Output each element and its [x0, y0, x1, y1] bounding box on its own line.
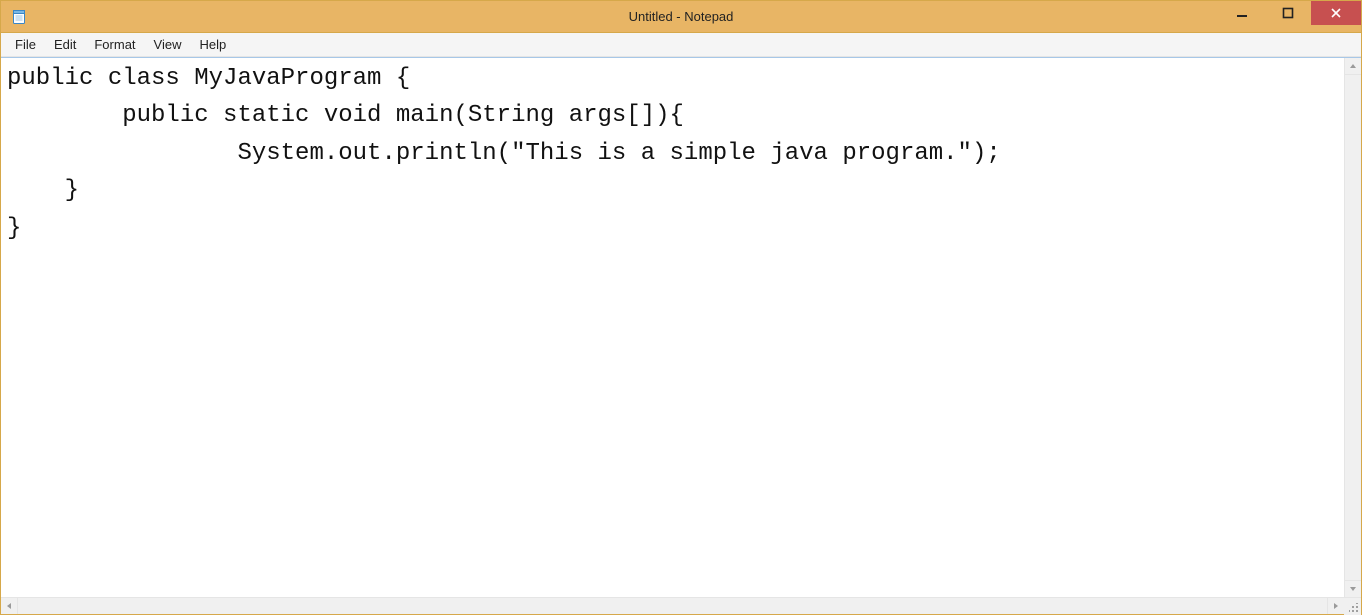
- minimize-button[interactable]: [1219, 1, 1265, 25]
- titlebar[interactable]: Untitled - Notepad: [1, 1, 1361, 33]
- horizontal-scroll-row: [1, 597, 1361, 614]
- menu-view[interactable]: View: [146, 35, 190, 54]
- menu-format[interactable]: Format: [86, 35, 143, 54]
- scroll-left-arrow-icon[interactable]: [1, 598, 18, 614]
- scroll-down-arrow-icon[interactable]: [1345, 580, 1361, 597]
- horizontal-scrollbar[interactable]: [1, 598, 1344, 614]
- menu-file[interactable]: File: [7, 35, 44, 54]
- maximize-button[interactable]: [1265, 1, 1311, 25]
- notepad-icon: [11, 9, 27, 25]
- resize-grip[interactable]: [1344, 598, 1361, 615]
- notepad-window: Untitled - Notepad File Edit Format View…: [0, 0, 1362, 615]
- resize-grip-icon: [1349, 603, 1359, 613]
- content-wrapper: public class MyJavaProgram { public stat…: [1, 57, 1361, 597]
- menu-help[interactable]: Help: [191, 35, 234, 54]
- text-editor[interactable]: public class MyJavaProgram { public stat…: [1, 58, 1344, 597]
- menubar: File Edit Format View Help: [1, 33, 1361, 57]
- vertical-scroll-track[interactable]: [1345, 75, 1361, 580]
- vertical-scrollbar[interactable]: [1344, 58, 1361, 597]
- menu-edit[interactable]: Edit: [46, 35, 84, 54]
- close-button[interactable]: [1311, 1, 1361, 25]
- scroll-up-arrow-icon[interactable]: [1345, 58, 1361, 75]
- horizontal-scroll-track[interactable]: [18, 598, 1327, 614]
- window-title: Untitled - Notepad: [629, 9, 734, 24]
- window-controls: [1219, 1, 1361, 32]
- scroll-right-arrow-icon[interactable]: [1327, 598, 1344, 614]
